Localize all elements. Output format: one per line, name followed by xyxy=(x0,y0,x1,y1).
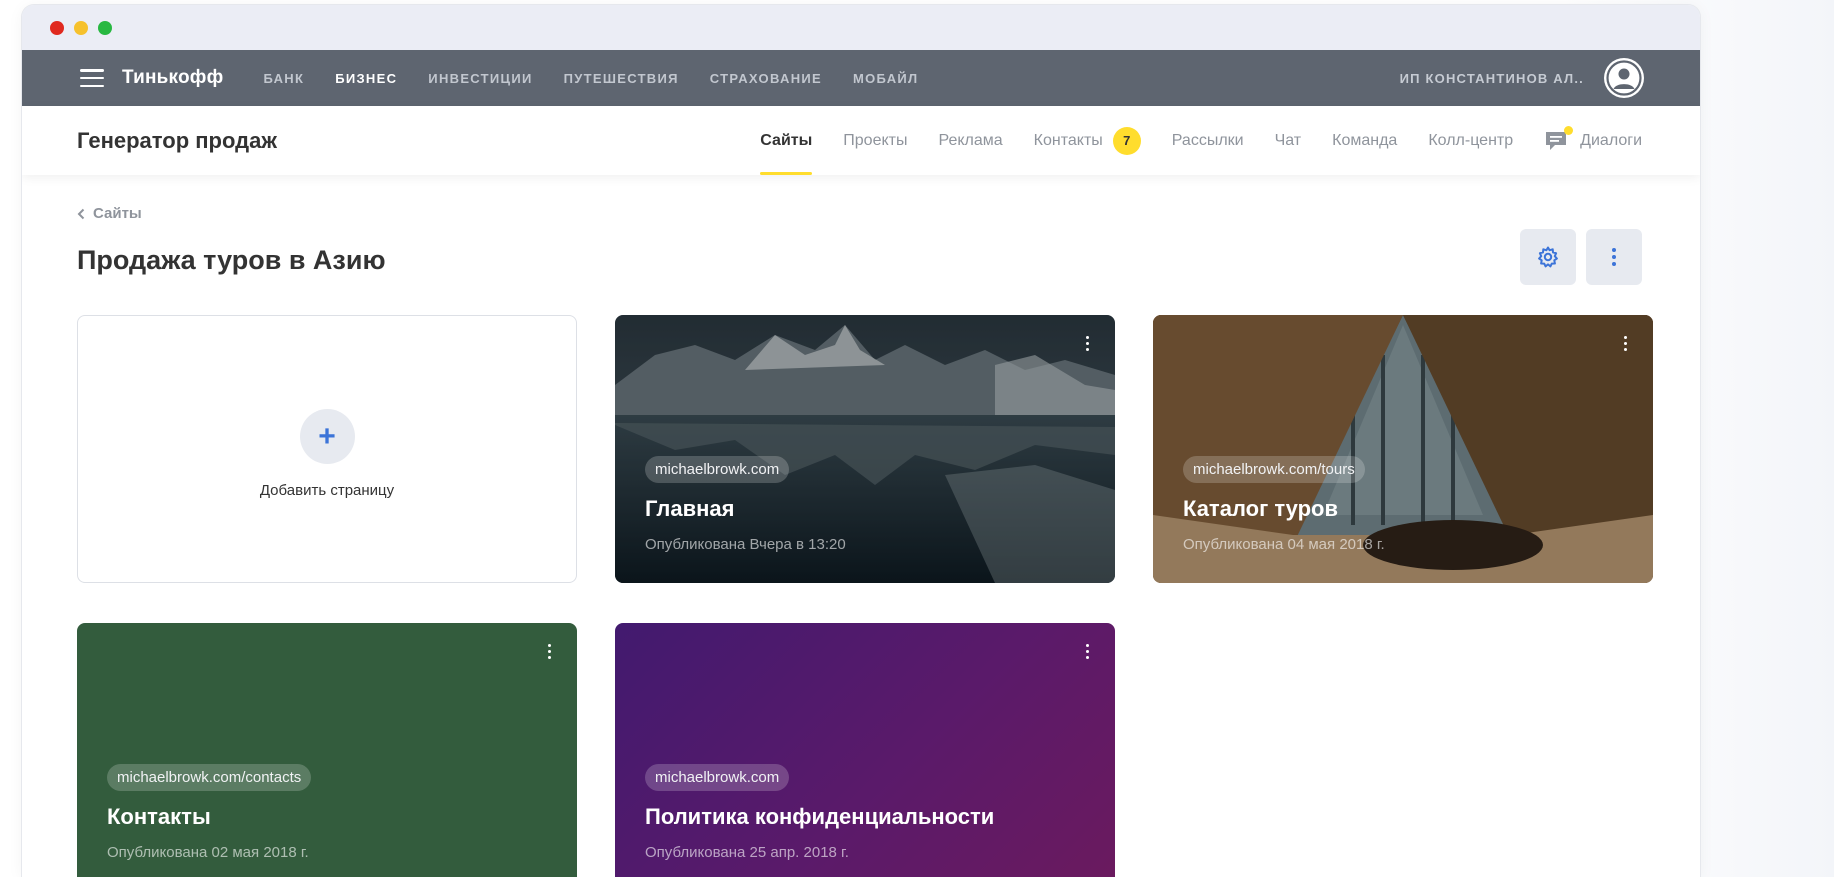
product-tabs: Сайты Проекты Реклама Контакты 7 Рассылк… xyxy=(760,106,1642,175)
page-title-row: Продажа туров в Азию xyxy=(77,229,1642,288)
tab-mailings[interactable]: Рассылки xyxy=(1172,106,1244,175)
card-date: Опубликована 04 мая 2018 г. xyxy=(1183,536,1385,553)
card-date: Опубликована 25 апр. 2018 г. xyxy=(645,844,849,861)
tab-sites-label: Сайты xyxy=(760,131,813,149)
page-card-privacy[interactable]: michaelbrowk.com Политика конфиденциальн… xyxy=(615,623,1115,877)
dialogs-notification-dot xyxy=(1564,125,1574,135)
card-title: Контакты xyxy=(107,804,211,829)
card-info: michaelbrowk.com/tours Каталог туров Опу… xyxy=(1183,456,1623,553)
top-navigation: Тинькофф БАНК БИЗНЕС ИНВЕСТИЦИИ ПУТЕШЕСТ… xyxy=(22,50,1700,106)
card-url: michaelbrowk.com xyxy=(645,456,790,483)
card-date: Опубликована Вчера в 13:20 xyxy=(645,536,846,553)
card-title: Политика конфиденциальности xyxy=(645,804,995,829)
card-title: Каталог туров xyxy=(1183,496,1339,521)
pages-grid: + Добавить страницу michaelbrowk.com Гла… xyxy=(77,315,1653,877)
user-menu[interactable]: ИП КОНСТАНТИНОВ АЛ.. xyxy=(1400,58,1644,98)
tab-team-label: Команда xyxy=(1332,131,1398,149)
add-page-label: Добавить страницу xyxy=(259,482,395,499)
top-nav-travel[interactable]: ПУТЕШЕСТВИЯ xyxy=(564,71,679,86)
page-card-home[interactable]: michaelbrowk.com Главная Опубликована Вч… xyxy=(615,315,1115,583)
page-actions xyxy=(1520,229,1642,285)
top-nav-investments[interactable]: ИНВЕСТИЦИИ xyxy=(428,71,532,86)
vertical-dots-icon xyxy=(1612,248,1616,266)
chevron-left-icon xyxy=(77,208,85,219)
hamburger-menu-icon[interactable] xyxy=(80,69,104,87)
tab-contacts[interactable]: Контакты 7 xyxy=(1034,106,1141,175)
top-nav-bank[interactable]: БАНК xyxy=(263,71,304,86)
card-menu-icon[interactable] xyxy=(1077,641,1097,661)
more-options-button[interactable] xyxy=(1586,229,1642,285)
tab-contacts-label: Контакты xyxy=(1033,131,1103,149)
tab-ads[interactable]: Реклама xyxy=(938,106,1002,175)
plus-icon: + xyxy=(299,409,355,464)
product-name[interactable]: Генератор продаж xyxy=(77,128,277,154)
page-title: Продажа туров в Азию xyxy=(77,244,386,275)
top-nav-business[interactable]: БИЗНЕС xyxy=(335,71,397,86)
card-menu-icon[interactable] xyxy=(1077,333,1097,353)
maximize-window-dot[interactable] xyxy=(98,20,112,35)
card-title: Главная xyxy=(645,496,735,521)
tab-projects-label: Проекты xyxy=(843,131,908,149)
card-menu-icon[interactable] xyxy=(539,641,559,661)
page-card-contacts[interactable]: michaelbrowk.com/contacts Контакты Опубл… xyxy=(77,623,577,877)
user-name[interactable]: ИП КОНСТАНТИНОВ АЛ.. xyxy=(1400,71,1584,86)
top-nav-links: БАНК БИЗНЕС ИНВЕСТИЦИИ ПУТЕШЕСТВИЯ СТРАХ… xyxy=(263,71,918,86)
minimize-window-dot[interactable] xyxy=(74,20,88,35)
top-nav-insurance[interactable]: СТРАХОВАНИЕ xyxy=(710,71,822,86)
window-titlebar xyxy=(22,5,1700,50)
brand-logo[interactable]: Тинькофф xyxy=(122,67,223,89)
tab-sites[interactable]: Сайты xyxy=(760,106,812,175)
tab-dialogs[interactable]: Диалоги xyxy=(1544,106,1642,175)
tab-dialogs-label: Диалоги xyxy=(1580,131,1642,149)
card-date: Опубликована 02 мая 2018 г. xyxy=(107,844,309,861)
card-info: michaelbrowk.com Политика конфиденциальн… xyxy=(645,764,1085,861)
breadcrumb[interactable]: Сайты xyxy=(77,205,1642,222)
card-menu-icon[interactable] xyxy=(1615,333,1635,353)
top-nav-mobile[interactable]: МОБАЙЛ xyxy=(853,71,918,86)
gear-icon xyxy=(1538,246,1558,268)
card-url: michaelbrowk.com xyxy=(645,764,790,791)
tab-team[interactable]: Команда xyxy=(1332,106,1397,175)
card-info: michaelbrowk.com/contacts Контакты Опубл… xyxy=(107,764,547,861)
tab-call-center[interactable]: Колл-центр xyxy=(1428,106,1513,175)
browser-window: Тинькофф БАНК БИЗНЕС ИНВЕСТИЦИИ ПУТЕШЕСТ… xyxy=(22,5,1700,877)
contacts-count-badge: 7 xyxy=(1112,126,1141,155)
tab-chat[interactable]: Чат xyxy=(1275,106,1302,175)
tab-ads-label: Реклама xyxy=(938,131,1003,149)
main-content: Сайты Продажа туров в Азию + Добавить ст… xyxy=(22,175,1700,877)
card-url: michaelbrowk.com/contacts xyxy=(107,764,312,791)
product-header: Генератор продаж Сайты Проекты Реклама К… xyxy=(22,106,1700,175)
card-url: michaelbrowk.com/tours xyxy=(1183,456,1365,483)
user-avatar-icon[interactable] xyxy=(1604,58,1644,98)
card-info: michaelbrowk.com Главная Опубликована Вч… xyxy=(645,456,1085,553)
breadcrumb-sites[interactable]: Сайты xyxy=(93,205,142,222)
settings-button[interactable] xyxy=(1520,229,1576,285)
tab-mailings-label: Рассылки xyxy=(1171,131,1244,149)
close-window-dot[interactable] xyxy=(50,20,64,35)
add-page-card[interactable]: + Добавить страницу xyxy=(77,315,577,583)
tab-projects[interactable]: Проекты xyxy=(843,106,907,175)
tab-call-center-label: Колл-центр xyxy=(1428,131,1514,149)
dialogs-chat-icon xyxy=(1544,125,1574,153)
tab-chat-label: Чат xyxy=(1274,131,1302,149)
page-card-catalog[interactable]: michaelbrowk.com/tours Каталог туров Опу… xyxy=(1153,315,1653,583)
